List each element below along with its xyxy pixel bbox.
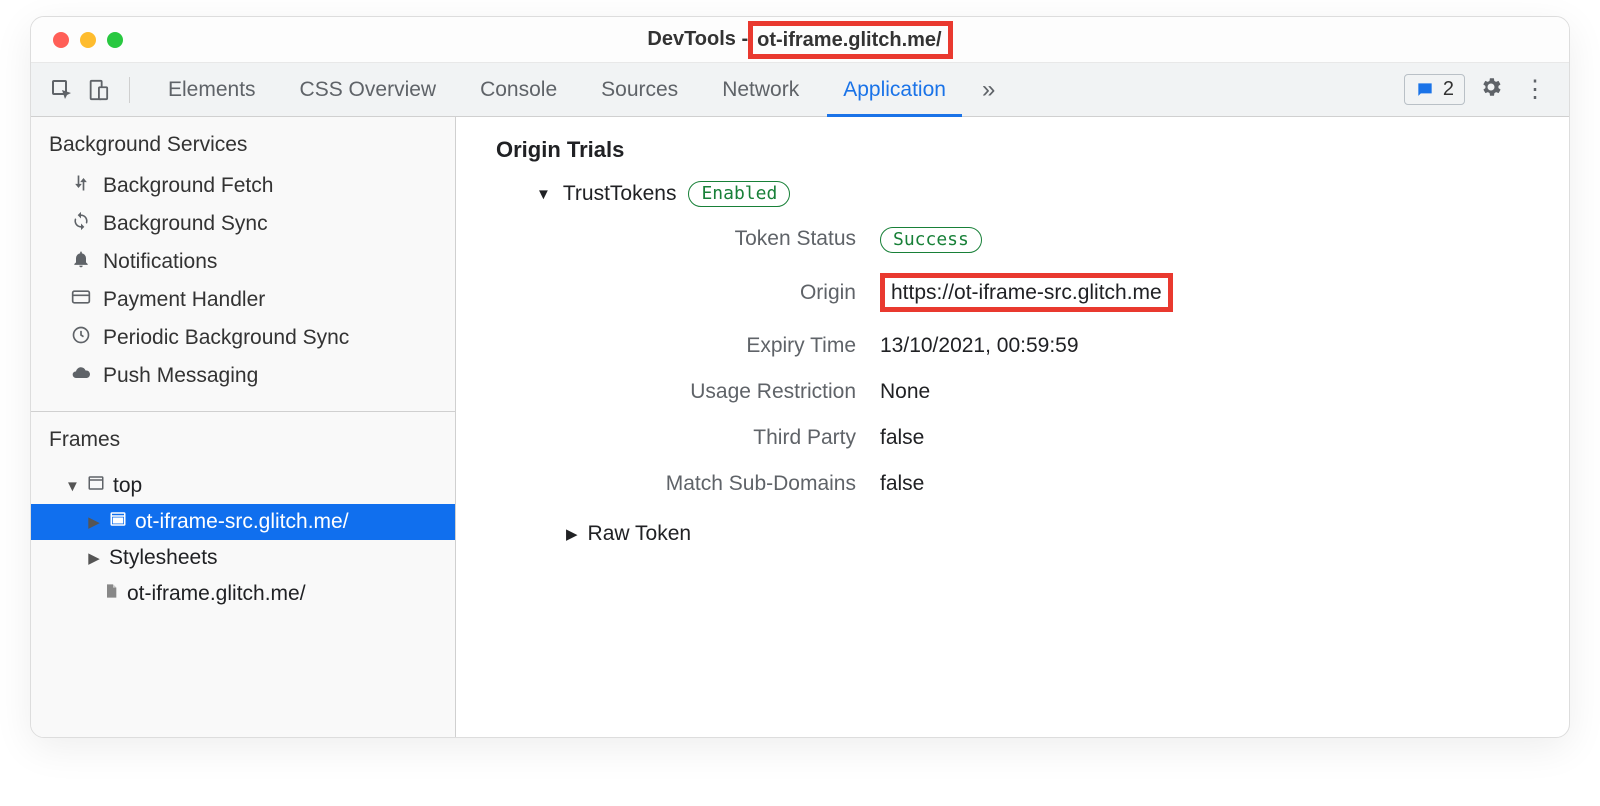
- sidebar-item-periodic-sync[interactable]: Periodic Background Sync: [31, 319, 455, 357]
- raw-token-row[interactable]: ▶ Raw Token: [566, 522, 1529, 546]
- tabs-overflow-button[interactable]: »: [968, 63, 1009, 116]
- token-status-label: Token Status: [536, 227, 856, 251]
- more-menu-icon[interactable]: ⋮: [1517, 75, 1553, 104]
- bell-icon: [71, 249, 91, 275]
- card-icon: [71, 287, 91, 313]
- chevron-right-icon: ▶: [87, 513, 101, 531]
- zoom-window-button[interactable]: [107, 32, 123, 48]
- trial-details-grid: Token Status Success Origin https://ot-i…: [536, 227, 1529, 496]
- settings-gear-icon[interactable]: [1479, 75, 1503, 105]
- devtools-toolbar: Elements CSS Overview Console Sources Ne…: [31, 63, 1569, 117]
- clock-icon: [71, 325, 91, 351]
- frames-title: Frames: [31, 412, 455, 462]
- console-messages-count: 2: [1443, 78, 1454, 101]
- origin-value-cell: https://ot-iframe-src.glitch.me: [880, 273, 1529, 312]
- origin-value: https://ot-iframe-src.glitch.me: [891, 281, 1162, 304]
- cloud-icon: [71, 363, 91, 389]
- frames-tree-stylesheets-label: Stylesheets: [109, 546, 218, 570]
- toolbar-divider: [129, 77, 130, 103]
- sidebar-item-payment-handler[interactable]: Payment Handler: [31, 281, 455, 319]
- expiry-value: 13/10/2021, 00:59:59: [880, 334, 1529, 358]
- sidebar-item-push-messaging[interactable]: Push Messaging: [31, 357, 455, 395]
- devtools-window: DevTools - ot-iframe.glitch.me/ Elements…: [30, 16, 1570, 738]
- match-subdomains-label: Match Sub-Domains: [536, 472, 856, 496]
- tab-sources[interactable]: Sources: [579, 63, 700, 116]
- window-title: DevTools - ot-iframe.glitch.me/: [31, 21, 1569, 59]
- chevron-down-icon: ▼: [536, 186, 551, 203]
- inspect-element-icon[interactable]: [47, 75, 77, 105]
- console-messages-badge[interactable]: 2: [1404, 74, 1465, 105]
- origin-trials-heading: Origin Trials: [496, 137, 1529, 163]
- device-toggle-icon[interactable]: [83, 75, 113, 105]
- sidebar-item-label: Periodic Background Sync: [103, 326, 349, 350]
- devtools-body: Background Services Background Fetch Bac…: [31, 117, 1569, 737]
- sidebar-item-notifications[interactable]: Notifications: [31, 243, 455, 281]
- third-party-label: Third Party: [536, 426, 856, 450]
- traffic-lights: [31, 32, 123, 48]
- application-sidebar: Background Services Background Fetch Bac…: [31, 117, 456, 737]
- devtools-tabs: Elements CSS Overview Console Sources Ne…: [146, 63, 1009, 116]
- sidebar-item-label: Push Messaging: [103, 364, 258, 388]
- frames-tree: ▼ top ▶ ot-iframe-src.glitch.me/ ▶ Style…: [31, 462, 455, 618]
- frames-tree-top[interactable]: ▼ top: [31, 468, 455, 504]
- origin-label: Origin: [536, 281, 856, 305]
- trial-name: TrustTokens: [563, 182, 677, 206]
- trial-status-badge: Enabled: [688, 181, 790, 207]
- tab-elements[interactable]: Elements: [146, 63, 278, 116]
- tab-network[interactable]: Network: [700, 63, 821, 116]
- bg-services-list: Background Fetch Background Sync Notific…: [31, 167, 455, 405]
- tab-console[interactable]: Console: [458, 63, 579, 116]
- window-title-prefix: DevTools -: [647, 28, 748, 51]
- tab-css-overview[interactable]: CSS Overview: [278, 63, 459, 116]
- third-party-value: false: [880, 426, 1529, 450]
- bg-services-title: Background Services: [31, 117, 455, 167]
- origin-highlight: https://ot-iframe-src.glitch.me: [880, 273, 1173, 312]
- chevron-right-icon: ▶: [87, 549, 101, 567]
- frames-tree-stylesheet-item[interactable]: ot-iframe.glitch.me/: [31, 576, 455, 612]
- sync-icon: [71, 211, 91, 237]
- frames-tree-stylesheets[interactable]: ▶ Stylesheets: [31, 540, 455, 576]
- sidebar-item-label: Payment Handler: [103, 288, 265, 312]
- frames-tree-top-label: top: [113, 474, 142, 498]
- updown-icon: [71, 173, 91, 199]
- toolbar-right: 2 ⋮: [1404, 74, 1553, 105]
- token-status-value: Success: [880, 227, 1529, 251]
- sidebar-item-label: Notifications: [103, 250, 217, 274]
- origin-trials-panel: Origin Trials ▼ TrustTokens Enabled Toke…: [456, 117, 1569, 737]
- window-title-url: ot-iframe.glitch.me/: [757, 29, 941, 51]
- sidebar-item-label: Background Fetch: [103, 174, 273, 198]
- iframe-window-icon: [109, 510, 127, 534]
- sidebar-item-background-fetch[interactable]: Background Fetch: [31, 167, 455, 205]
- close-window-button[interactable]: [53, 32, 69, 48]
- frames-tree-selected-frame[interactable]: ▶ ot-iframe-src.glitch.me/: [31, 504, 455, 540]
- frames-tree-selected-label: ot-iframe-src.glitch.me/: [135, 510, 349, 534]
- token-status-badge: Success: [880, 227, 982, 253]
- document-icon: [103, 582, 119, 606]
- frames-tree-stylesheet-label: ot-iframe.glitch.me/: [127, 582, 306, 606]
- titlebar: DevTools - ot-iframe.glitch.me/: [31, 17, 1569, 63]
- window-title-url-highlight: ot-iframe.glitch.me/: [748, 21, 952, 59]
- raw-token-label: Raw Token: [588, 522, 692, 546]
- minimize-window-button[interactable]: [80, 32, 96, 48]
- match-subdomains-value: false: [880, 472, 1529, 496]
- chevron-down-icon: ▼: [65, 478, 79, 495]
- trial-trusttokens-row[interactable]: ▼ TrustTokens Enabled: [536, 181, 1529, 207]
- frame-window-icon: [87, 474, 105, 498]
- expiry-label: Expiry Time: [536, 334, 856, 358]
- tab-application[interactable]: Application: [821, 63, 968, 116]
- usage-value: None: [880, 380, 1529, 404]
- chevron-right-icon: ▶: [566, 525, 578, 543]
- sidebar-item-background-sync[interactable]: Background Sync: [31, 205, 455, 243]
- sidebar-item-label: Background Sync: [103, 212, 268, 236]
- usage-label: Usage Restriction: [536, 380, 856, 404]
